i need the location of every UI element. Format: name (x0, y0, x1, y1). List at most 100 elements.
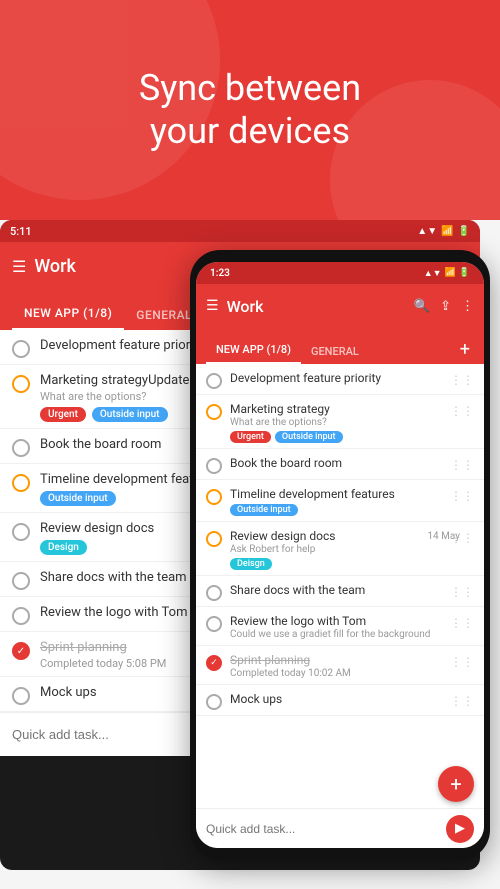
list-item: Timeline development features Outside in… (196, 480, 484, 522)
phone-drag-handle[interactable]: ⋮⋮ (450, 585, 474, 599)
phone-tag-outside: Outside input (275, 431, 343, 443)
phone-task-checkbox[interactable] (206, 458, 222, 474)
phone-tab-newapp[interactable]: NEW APP (1/8) (206, 337, 301, 364)
phone-task-tags: Outside input (230, 504, 446, 516)
tablet-time: 5:11 (10, 225, 32, 238)
hero-section: Sync between your devices (0, 0, 500, 220)
phone-task-content: Development feature priority (230, 371, 446, 385)
phone-task-content: Marketing strategy What are the options?… (230, 402, 446, 443)
task-checkbox[interactable] (12, 687, 30, 705)
phone-fab-button[interactable]: + (438, 766, 474, 802)
phone-tag-design: Deisgn (230, 558, 272, 570)
phone-status-bar: 1:23 ▲▼📶🔋 (196, 262, 484, 284)
phone-task-title: Review design docs (230, 529, 446, 543)
phone-drag-handle[interactable]: ⋮⋮ (450, 694, 474, 708)
task-checkbox[interactable] (12, 607, 30, 625)
phone-quick-add-input[interactable] (206, 822, 446, 836)
tablet-tab-newapp[interactable]: NEW APP (1/8) (12, 298, 124, 330)
phone-task-content: Timeline development features Outside in… (230, 487, 446, 516)
phone-task-checkbox[interactable] (206, 531, 222, 547)
list-item: Mock ups ⋮⋮ (196, 685, 484, 716)
list-item: Review the logo with Tom Could we use a … (196, 607, 484, 646)
phone-tab-add[interactable]: + (456, 335, 474, 364)
phone-task-checkbox[interactable] (206, 694, 222, 710)
list-item: Development feature priority ⋮⋮ (196, 364, 484, 395)
phone-task-content: Sprint planning Completed today 10:02 AM (230, 653, 446, 679)
phone-header-title: Work (227, 297, 406, 316)
phone-drag-handle[interactable]: ⋮⋮ (450, 373, 474, 387)
task-checkbox[interactable] (12, 523, 30, 541)
phone-quick-add-send[interactable]: ▶ (446, 815, 474, 843)
tag-urgent: Urgent (40, 407, 86, 422)
phone-task-title: Sprint planning (230, 653, 446, 667)
phone-task-checkbox[interactable] (206, 585, 222, 601)
phone-task-list: Development feature priority ⋮⋮ Marketin… (196, 364, 484, 808)
phone-task-title: Book the board room (230, 456, 446, 470)
task-checkbox[interactable]: ✓ (12, 642, 30, 660)
tag-outside-input: Outside input (92, 407, 168, 422)
phone-app-header: ☰ Work 🔍 ⇪ ⋮ (196, 284, 484, 328)
phone-tag-outside: Outside input (230, 504, 298, 516)
phone-task-content: Review design docs Ask Robert for help D… (230, 529, 446, 570)
task-checkbox[interactable] (12, 375, 30, 393)
phone-task-checkbox[interactable]: ✓ (206, 655, 222, 671)
phone-time: 1:23 (210, 268, 230, 279)
phone-quick-add-bar: ▶ (196, 808, 484, 848)
phone-task-content: Book the board room (230, 456, 446, 470)
phone-drag-handle[interactable]: ⋮⋮ (450, 655, 474, 669)
list-item: Review design docs Ask Robert for help D… (196, 522, 484, 576)
phone-task-title: Timeline development features (230, 487, 446, 501)
phone-task-title: Development feature priority (230, 371, 446, 385)
task-checkbox[interactable] (12, 474, 30, 492)
list-item: ✓ Sprint planning Completed today 10:02 … (196, 646, 484, 685)
phone-task-subtitle: What are the options? (230, 417, 446, 428)
phone-share-icon[interactable]: ⇪ (440, 299, 451, 314)
phone-more-icon[interactable]: ⋮ (461, 299, 474, 314)
phone-search-icon[interactable]: 🔍 (414, 299, 430, 314)
phone-header-icons: 🔍 ⇪ ⋮ (414, 299, 474, 314)
phone-mockup: 1:23 ▲▼📶🔋 ☰ Work 🔍 ⇪ ⋮ NEW APP (1/8) GEN… (190, 250, 490, 860)
phone-tabs-bar: NEW APP (1/8) GENERAL + (196, 328, 484, 364)
phone-task-title: Review the logo with Tom (230, 614, 446, 628)
phone-task-subtitle: Ask Robert for help (230, 544, 446, 555)
tag-outside-input: Outside input (40, 491, 116, 506)
phone-task-tags: Urgent Outside input (230, 431, 446, 443)
phone-send-icon: ▶ (455, 821, 465, 836)
devices-area: 5:11 ▲▼ 📶 🔋 ☰ Work 🔍 ⇪ ⋮ NEW APP (1/8) G… (0, 220, 500, 889)
tablet-status-icons: ▲▼ 📶 🔋 (417, 226, 470, 237)
task-checkbox[interactable] (12, 439, 30, 457)
phone-task-title: Mock ups (230, 692, 446, 706)
phone-status-icons: ▲▼📶🔋 (424, 268, 470, 279)
task-checkbox[interactable] (12, 572, 30, 590)
phone-task-content: Share docs with the team (230, 583, 446, 597)
phone-task-content: Review the logo with Tom Could we use a … (230, 614, 446, 640)
phone-task-checkbox[interactable] (206, 616, 222, 632)
phone-drag-handle[interactable]: ⋮⋮ (450, 404, 474, 418)
phone-task-checkbox[interactable] (206, 404, 222, 420)
task-checkbox[interactable] (12, 340, 30, 358)
phone-task-title: Share docs with the team (230, 583, 446, 597)
phone-drag-handle[interactable]: ⋮⋮ (450, 616, 474, 630)
list-item: Share docs with the team ⋮⋮ (196, 576, 484, 607)
phone-tag-urgent: Urgent (230, 431, 271, 443)
phone-task-subtitle: Completed today 10:02 AM (230, 668, 446, 679)
phone-fab-icon: + (450, 772, 461, 796)
phone-task-checkbox[interactable] (206, 489, 222, 505)
tag-design: Design (40, 540, 87, 555)
tablet-status-bar: 5:11 ▲▼ 📶 🔋 (0, 220, 480, 242)
list-item: Marketing strategy What are the options?… (196, 395, 484, 449)
phone-task-date: 14 May (427, 531, 460, 542)
phone-task-subtitle: Could we use a gradiet fill for the back… (230, 629, 446, 640)
phone-task-content: Mock ups (230, 692, 446, 706)
phone-inner: 1:23 ▲▼📶🔋 ☰ Work 🔍 ⇪ ⋮ NEW APP (1/8) GEN… (196, 262, 484, 848)
phone-task-tags: Deisgn (230, 558, 446, 570)
phone-task-checkbox[interactable] (206, 373, 222, 389)
hero-title: Sync between your devices (139, 67, 361, 153)
phone-menu-icon[interactable]: ☰ (206, 298, 219, 314)
phone-tab-general[interactable]: GENERAL (301, 339, 369, 364)
phone-drag-handle[interactable]: ⋮⋮ (450, 489, 474, 503)
list-item: Book the board room ⋮⋮ (196, 449, 484, 480)
phone-task-title: Marketing strategy (230, 402, 446, 416)
tablet-menu-icon[interactable]: ☰ (12, 257, 26, 276)
phone-drag-handle[interactable]: ⋮⋮ (450, 458, 474, 472)
